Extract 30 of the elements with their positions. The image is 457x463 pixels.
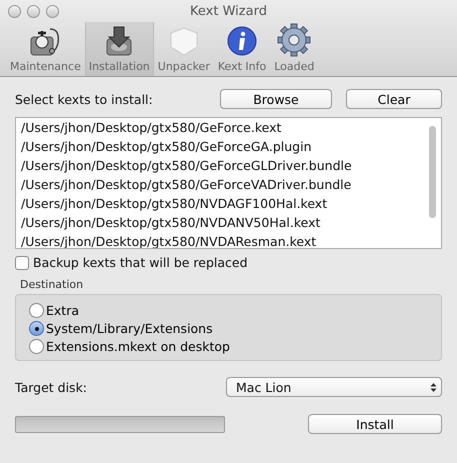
backup-label: Backup kexts that will be replaced xyxy=(33,255,248,270)
clear-button[interactable]: Clear xyxy=(346,89,442,109)
destination-title: Destination xyxy=(20,278,84,291)
destination-radio[interactable]: Extensions.mkext on desktop xyxy=(29,339,230,354)
kext-path-item[interactable]: /Users/jhon/Desktop/gtx580/GeForceVADriver.bundle xyxy=(16,175,441,194)
kext-path-item[interactable]: /Users/jhon/Desktop/gtx580/NVDAGF100Hal.kext xyxy=(16,194,441,213)
install-button[interactable]: Install xyxy=(308,414,442,434)
stepper-arrows-icon xyxy=(430,382,437,392)
select-label: Select kexts to install: xyxy=(15,92,154,106)
window-control[interactable] xyxy=(27,4,40,18)
window-title: Kext Wizard xyxy=(190,4,267,18)
kext-path-item[interactable]: /Users/jhon/Desktop/gtx580/NVDANV50Hal.kext xyxy=(16,213,441,232)
destination-radio[interactable]: System/Library/Extensions xyxy=(29,321,213,336)
gear-icon xyxy=(277,23,312,57)
backup-checkbox[interactable] xyxy=(15,256,29,270)
info-icon xyxy=(226,25,258,57)
window-control[interactable] xyxy=(46,4,59,18)
window-control[interactable] xyxy=(8,4,21,18)
toolbar-tab[interactable]: Maintenance xyxy=(6,22,85,76)
toolbar-tab[interactable]: Unpacker xyxy=(154,22,214,76)
target-disk-label: Target disk: xyxy=(15,380,88,394)
kext-path-item[interactable]: /Users/jhon/Desktop/gtx580/GeForce.kext xyxy=(16,118,441,137)
toolbar-tab[interactable]: Loaded xyxy=(270,22,318,76)
toolbar-tab[interactable]: Kext Info xyxy=(214,22,270,76)
destination-radio[interactable]: Extra xyxy=(29,303,79,318)
browse-button[interactable]: Browse xyxy=(220,89,332,109)
kext-path-item[interactable]: /Users/jhon/Desktop/gtx580/GeForceGA.plugin xyxy=(16,137,441,156)
target-disk-select[interactable]: Mac Lion xyxy=(226,377,442,397)
kext-path-item[interactable]: /Users/jhon/Desktop/gtx580/GeForceGLDriver.bundle xyxy=(16,156,441,175)
scrollbar-thumb[interactable] xyxy=(429,126,436,218)
